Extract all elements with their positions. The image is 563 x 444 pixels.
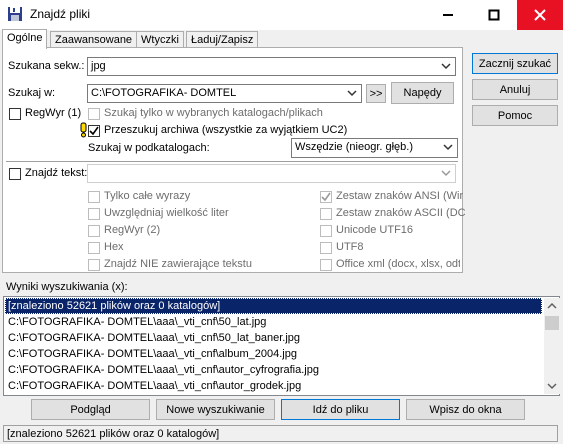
- search-in-label: Szukaj w:: [8, 87, 56, 99]
- goto-file-button[interactable]: Idź do pliku: [281, 399, 400, 420]
- list-item[interactable]: C:\FOTOGRAFIKA- DOMTEL\aaa\_vti_cnf\50_l…: [5, 314, 542, 330]
- help-button[interactable]: Pomoc: [472, 105, 558, 126]
- checkmark-icon: [89, 126, 99, 136]
- feed-to-listbox-button[interactable]: Wpisz do okna: [406, 399, 525, 420]
- browse-button[interactable]: >>: [366, 84, 386, 103]
- case-sensitive-label: Uwzględniaj wielkość liter: [104, 207, 229, 219]
- tab-load-save[interactable]: Ładuj/Zapisz: [186, 31, 259, 48]
- vertical-scrollbar[interactable]: [544, 298, 560, 394]
- search-in-combo[interactable]: C:\FOTOGRAFIKA- DOMTEL: [87, 84, 362, 103]
- ansi-checkbox[interactable]: [320, 191, 332, 203]
- tab-plugins[interactable]: Wtyczki: [136, 31, 184, 48]
- utf16-checkbox[interactable]: [320, 225, 332, 237]
- whole-words-label: Tylko całe wyrazy: [104, 190, 191, 202]
- new-search-button[interactable]: Nowe wyszukiwanie: [156, 399, 275, 420]
- not-containing-label: Znajdź NIE zawierające tekstu: [104, 258, 252, 270]
- office-xml-checkbox[interactable]: [320, 259, 332, 271]
- view-button[interactable]: Podgląd: [31, 399, 150, 420]
- list-item[interactable]: C:\FOTOGRAFIKA- DOMTEL\aaa\_vti_cnf\albu…: [5, 346, 542, 362]
- drives-button[interactable]: Napędy: [391, 82, 454, 104]
- tab-advanced[interactable]: Zaawansowane: [50, 31, 138, 48]
- list-item[interactable]: [znaleziono 52621 plików oraz 0 katalogó…: [5, 298, 542, 314]
- utf8-label: UTF8: [336, 241, 364, 253]
- search-for-label: Szukana sekw.:: [8, 60, 85, 72]
- regex2-checkbox[interactable]: [88, 225, 100, 237]
- subdirs-combo[interactable]: Wszędzie (nieogr. głęb.): [291, 138, 458, 158]
- search-for-value: jpg: [91, 60, 106, 72]
- hex-label: Hex: [104, 241, 124, 253]
- ascii-label: Zestaw znaków ASCII (DC: [336, 207, 466, 219]
- floppy-disk-icon: [8, 7, 22, 21]
- hex-checkbox[interactable]: [88, 242, 100, 254]
- scroll-down-icon[interactable]: [547, 382, 557, 390]
- find-text-label: Znajdź tekst:: [25, 167, 88, 179]
- chevron-down-icon[interactable]: [443, 142, 453, 152]
- not-containing-checkbox[interactable]: [88, 259, 100, 271]
- archives-label: Przeszukuj archiwa (wszystkie za wyjątki…: [104, 124, 348, 136]
- utf16-label: Unicode UTF16: [336, 224, 414, 236]
- minimize-icon: [443, 14, 453, 16]
- warning-exclamation-icon: [80, 122, 87, 138]
- subdirs-value: Wszędzie (nieogr. głęb.): [295, 141, 413, 153]
- regex-checkbox[interactable]: [9, 108, 21, 120]
- divider: [6, 161, 458, 162]
- chevron-down-icon[interactable]: [441, 61, 451, 71]
- archives-checkbox[interactable]: [88, 125, 100, 137]
- regex-label: RegWyr (1): [25, 107, 82, 119]
- subdirs-label: Szukaj w podkatalogach:: [88, 142, 210, 154]
- ansi-label: Zestaw znaków ANSI (Wir: [336, 190, 464, 202]
- regex2-label: RegWyr (2): [104, 224, 161, 236]
- search-for-combo[interactable]: jpg: [87, 57, 456, 76]
- results-list[interactable]: [znaleziono 52621 plików oraz 0 katalogó…: [3, 296, 560, 396]
- tab-general[interactable]: Ogólne: [2, 29, 48, 49]
- list-item[interactable]: C:\FOTOGRAFIKA- DOMTEL\aaa\_vti_cnf\auto…: [5, 362, 542, 378]
- list-item[interactable]: C:\FOTOGRAFIKA- DOMTEL\aaa\_vti_cnf\auto…: [5, 378, 542, 394]
- cancel-button[interactable]: Anuluj: [472, 79, 558, 100]
- only-selected-label: Szukaj tylko w wybranych katalogach/plik…: [104, 107, 323, 119]
- start-search-button[interactable]: Zacznij szukać: [472, 53, 558, 74]
- whole-words-checkbox[interactable]: [88, 191, 100, 203]
- close-button[interactable]: [517, 0, 563, 30]
- maximize-button[interactable]: [471, 0, 517, 30]
- find-text-checkbox[interactable]: [9, 168, 21, 180]
- status-bar: [znaleziono 52621 plików oraz 0 katalogó…: [3, 425, 558, 442]
- maximize-icon: [488, 9, 500, 21]
- utf8-checkbox[interactable]: [320, 242, 332, 254]
- results-label: Wyniki wyszukiwania (x):: [6, 281, 128, 293]
- find-text-combo[interactable]: [87, 164, 456, 183]
- general-tab-panel: [2, 47, 463, 273]
- office-xml-label: Office xml (docx, xlsx, odt i: [336, 258, 460, 270]
- scrollbar-thumb[interactable]: [545, 316, 559, 330]
- minimize-button[interactable]: [425, 0, 471, 30]
- chevron-down-icon[interactable]: [347, 88, 357, 98]
- checkmark-icon: [321, 192, 331, 202]
- ascii-checkbox[interactable]: [320, 208, 332, 220]
- only-selected-checkbox[interactable]: [88, 108, 100, 120]
- search-in-value: C:\FOTOGRAFIKA- DOMTEL: [91, 87, 237, 99]
- scroll-up-icon[interactable]: [547, 302, 557, 310]
- window-title: Znajdź pliki: [30, 7, 91, 21]
- chevron-down-icon[interactable]: [441, 168, 451, 178]
- close-icon: [534, 9, 546, 21]
- case-sensitive-checkbox[interactable]: [88, 208, 100, 220]
- drives-label: Napędy: [403, 87, 442, 99]
- list-item[interactable]: C:\FOTOGRAFIKA- DOMTEL\aaa\_vti_cnf\50_l…: [5, 330, 542, 346]
